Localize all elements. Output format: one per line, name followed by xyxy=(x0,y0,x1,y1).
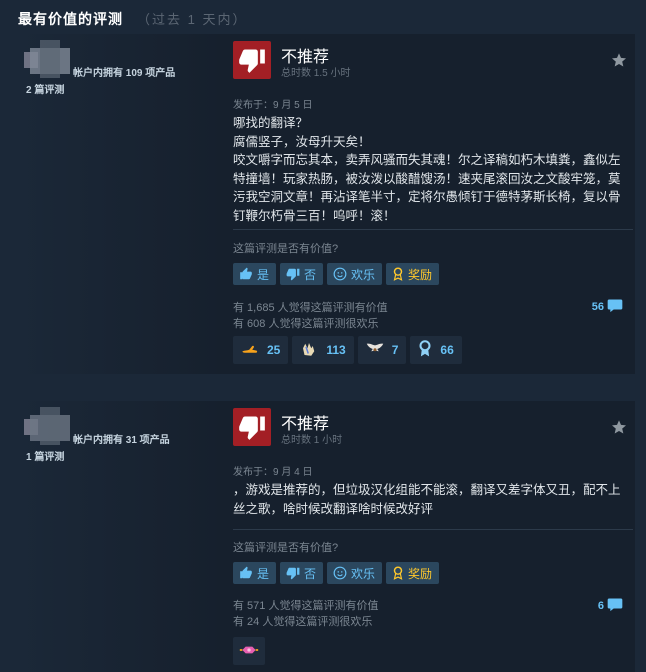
review-card: 帐户内拥有 31 项产品 1 篇评测 不推荐 总时数 1 小时 发布于：9 月 … xyxy=(18,401,635,672)
award-label: 奖励 xyxy=(408,267,433,282)
review-text: 哪找的翻译？ 腐儒竖子，汝母升天矣！ 咬文嚼字而忘其本，卖弄风骚而失其魂！尔之译… xyxy=(233,116,621,223)
review-text: ，游戏是推荐的，但垃圾汉化组能不能滚，翻译又差字体又丑，配不上丝之歌，啥时候改翻… xyxy=(233,483,621,516)
award-chip[interactable]: 7 xyxy=(357,336,407,364)
avatar[interactable] xyxy=(24,407,72,447)
section-header: 最有价值的评测 （过去 1 天内） xyxy=(18,9,247,29)
section-timeframe: （过去 1 天内） xyxy=(137,12,248,27)
review-card: 帐户内拥有 109 项产品 2 篇评测 不推荐 总时数 1.5 小时 发布于：9… xyxy=(18,34,635,374)
helpful-count: 有 571 人觉得这篇评测有价值 xyxy=(233,600,379,612)
award-count: 66 xyxy=(440,343,454,357)
award-ribbon-icon xyxy=(392,566,404,580)
award-label: 奖励 xyxy=(408,566,433,581)
vote-yes-label: 是 xyxy=(257,566,270,581)
comment-icon xyxy=(607,298,623,316)
helpful-question: 这篇评测是否有价值? xyxy=(233,542,339,554)
playtime: 总时数 1 小时 xyxy=(281,435,343,446)
flexing-arm-icon xyxy=(241,342,259,359)
comment-count: 56 xyxy=(591,301,604,313)
star-icon[interactable] xyxy=(611,419,627,440)
posted-date: 发布于：9 月 5 日 xyxy=(233,100,313,111)
award-button[interactable]: 奖励 xyxy=(386,263,440,285)
vote-funny-label: 欢乐 xyxy=(351,267,376,282)
review-author-panel: 帐户内拥有 31 项产品 1 篇评测 xyxy=(18,401,223,672)
comments-link[interactable]: 6 xyxy=(598,597,623,615)
review-author-panel: 帐户内拥有 109 项产品 2 篇评测 xyxy=(18,34,223,374)
awards-row xyxy=(233,637,265,665)
products-owned[interactable]: 帐户内拥有 31 项产品 xyxy=(73,431,170,446)
funny-count: 有 608 人觉得这篇评测很欢乐 xyxy=(233,318,379,330)
funny-count: 有 24 人觉得这篇评测很欢乐 xyxy=(233,616,373,628)
vote-yes-button[interactable]: 是 xyxy=(233,562,277,584)
review-count[interactable]: 1 篇评测 xyxy=(26,448,64,463)
medal-icon xyxy=(418,339,432,361)
award-button[interactable]: 奖励 xyxy=(386,562,440,584)
vote-no-label: 否 xyxy=(304,566,317,581)
thumbs-down-icon xyxy=(233,408,271,446)
smiley-icon xyxy=(333,267,347,281)
vote-no-button[interactable]: 否 xyxy=(280,263,324,285)
comment-count: 6 xyxy=(597,600,604,612)
winged-emblem-icon xyxy=(366,342,384,359)
review-body-panel: 不推荐 总时数 1.5 小时 发布于：9 月 5 日 哪找的翻译？ 腐儒竖子，汝… xyxy=(231,34,635,374)
vote-buttons: 是 否 欢乐 奖励 xyxy=(233,263,440,285)
avatar[interactable] xyxy=(24,40,72,80)
award-ribbon-icon xyxy=(392,267,404,281)
posted-date: 发布于：9 月 4 日 xyxy=(233,467,313,478)
review-body-panel: 不推荐 总时数 1 小时 发布于：9 月 4 日 ，游戏是推荐的，但垃圾汉化组能… xyxy=(231,401,635,672)
star-icon[interactable] xyxy=(611,52,627,73)
vote-yes-button[interactable]: 是 xyxy=(233,263,277,285)
thumbs-down-icon xyxy=(286,267,300,281)
vote-yes-label: 是 xyxy=(257,267,270,282)
comments-link[interactable]: 56 xyxy=(592,298,623,316)
award-count: 7 xyxy=(391,343,399,357)
comment-icon xyxy=(607,597,623,615)
vote-no-button[interactable]: 否 xyxy=(280,562,324,584)
vote-no-label: 否 xyxy=(304,267,317,282)
vote-funny-button[interactable]: 欢乐 xyxy=(327,562,383,584)
thumbs-up-icon xyxy=(239,566,253,580)
vote-funny-label: 欢乐 xyxy=(351,566,376,581)
thumbs-down-icon xyxy=(233,41,271,79)
divider xyxy=(233,529,633,530)
clapping-hands-icon xyxy=(300,340,318,361)
vote-funny-button[interactable]: 欢乐 xyxy=(327,263,383,285)
pink-gem-icon xyxy=(239,642,259,661)
products-owned[interactable]: 帐户内拥有 109 项产品 xyxy=(73,64,175,79)
award-chip[interactable] xyxy=(233,637,265,665)
playtime: 总时数 1.5 小时 xyxy=(281,68,351,79)
thumbs-up-icon xyxy=(239,267,253,281)
review-count[interactable]: 2 篇评测 xyxy=(26,81,64,96)
award-chip[interactable]: 113 xyxy=(292,336,354,364)
smiley-icon xyxy=(333,566,347,580)
helpful-count: 有 1,685 人觉得这篇评测有价值 xyxy=(233,302,388,314)
helpful-question: 这篇评测是否有价值? xyxy=(233,243,339,255)
divider xyxy=(233,229,633,230)
thumbs-down-icon xyxy=(286,566,300,580)
award-count: 113 xyxy=(326,343,346,357)
award-chip[interactable]: 25 xyxy=(233,336,289,364)
award-chip[interactable]: 66 xyxy=(410,336,462,364)
award-count: 25 xyxy=(267,343,281,357)
section-title: 最有价值的评测 xyxy=(18,11,123,27)
awards-row: 25 113 7 66 xyxy=(233,336,462,364)
vote-buttons: 是 否 欢乐 奖励 xyxy=(233,562,440,584)
